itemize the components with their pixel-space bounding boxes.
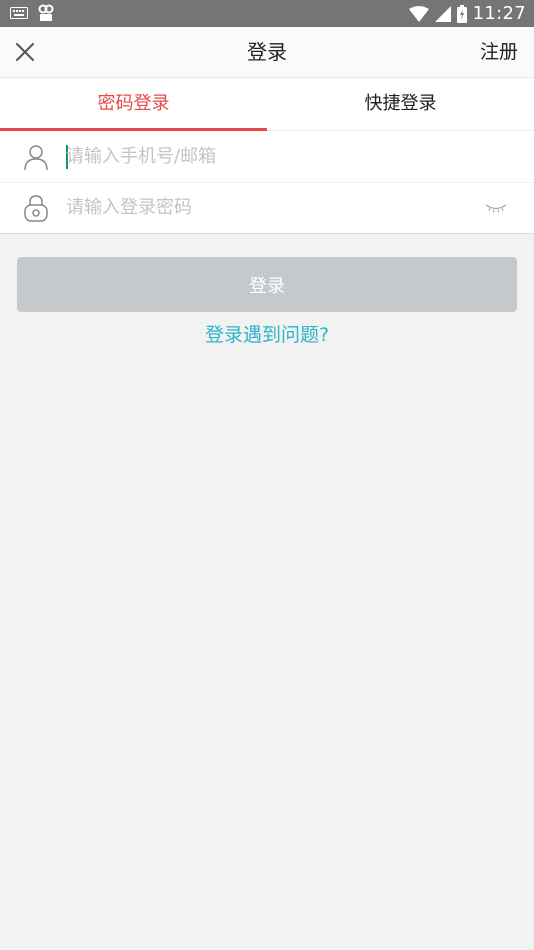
login-button[interactable]: 登录 (17, 257, 517, 312)
password-input[interactable] (66, 190, 466, 224)
eye-closed-icon[interactable] (484, 200, 508, 216)
account-row (0, 131, 534, 183)
register-link[interactable]: 注册 (480, 27, 518, 77)
status-time: 11:27 (472, 3, 526, 24)
app-notification-icon (38, 4, 54, 21)
user-icon (24, 145, 48, 171)
header-bar: 登录 注册 (0, 27, 534, 78)
wifi-icon (408, 5, 429, 22)
login-form (0, 131, 534, 234)
lock-icon (24, 195, 48, 222)
login-help-link[interactable]: 登录遇到问题? (0, 320, 534, 350)
cell-signal-icon (434, 5, 451, 22)
status-bar: 11:27 (0, 0, 534, 27)
tab-quick-login[interactable]: 快捷登录 (267, 78, 534, 130)
account-input[interactable] (66, 139, 466, 173)
login-tabs: 密码登录 快捷登录 (0, 78, 534, 131)
page-title: 登录 (247, 40, 287, 64)
battery-icon (456, 4, 467, 23)
password-row (0, 182, 534, 233)
keyboard-icon (10, 7, 28, 19)
tab-password-login[interactable]: 密码登录 (0, 78, 267, 130)
